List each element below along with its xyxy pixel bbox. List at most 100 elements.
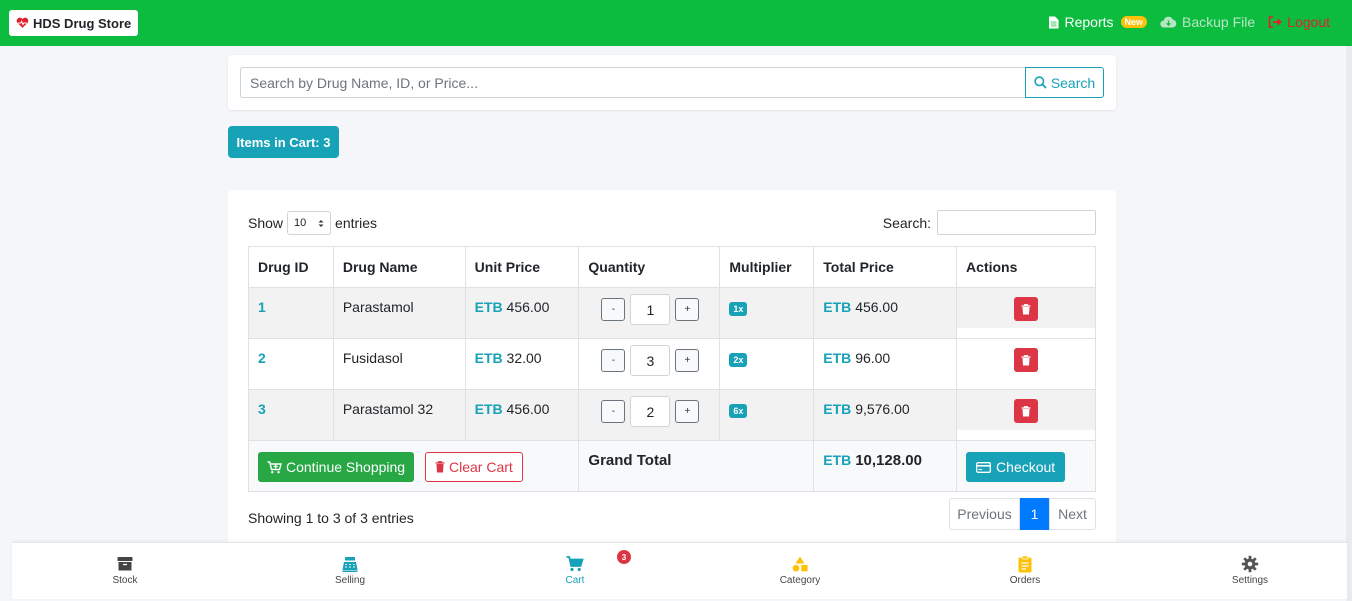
reports-label: Reports bbox=[1064, 14, 1114, 30]
currency-label: ETB bbox=[474, 299, 503, 315]
table-row: 3 Parastamol 32 ETB 456.00 - 2 + 6x ETB … bbox=[248, 389, 1096, 441]
trash-icon bbox=[1021, 405, 1031, 416]
items-in-cart-badge: Items in Cart: 3 bbox=[228, 126, 339, 158]
drug-search-input[interactable] bbox=[240, 67, 1026, 98]
multiplier-badge: 1x bbox=[729, 302, 748, 316]
nav-selling-label: Selling bbox=[334, 575, 366, 586]
currency-label: ETB bbox=[823, 401, 852, 417]
table-footer-row: Continue Shopping Clear Cart Grand Total… bbox=[247, 440, 1096, 492]
logout-link[interactable]: Logout bbox=[1268, 14, 1330, 30]
bottom-navigation: Stock Selling Cart 3 Category Orders Set… bbox=[12, 542, 1347, 599]
total-price: 9,576.00 bbox=[855, 401, 910, 417]
unit-price: 456.00 bbox=[506, 299, 550, 315]
table-search-control: Search: bbox=[883, 210, 1096, 235]
header-quantity[interactable]: Quantity bbox=[578, 246, 721, 288]
decrease-quantity-button[interactable]: - bbox=[601, 298, 626, 321]
entries-select[interactable]: 10 bbox=[287, 211, 332, 235]
drug-id[interactable]: 3 bbox=[258, 401, 266, 417]
nav-stock[interactable]: Stock bbox=[85, 555, 165, 586]
drug-name: Parastamol bbox=[342, 299, 414, 315]
quantity-input[interactable]: 1 bbox=[630, 294, 671, 325]
nav-selling[interactable]: Selling bbox=[310, 555, 390, 586]
new-badge: New bbox=[1120, 16, 1148, 28]
logout-icon bbox=[1268, 16, 1282, 28]
drug-id[interactable]: 2 bbox=[258, 350, 266, 366]
cart-icon bbox=[566, 556, 584, 572]
table-header-row: Drug ID Drug Name Unit Price Quantity Mu… bbox=[248, 246, 1096, 288]
nav-orders[interactable]: Orders bbox=[985, 555, 1065, 586]
increase-quantity-button[interactable]: + bbox=[675, 400, 700, 423]
grand-total-value: 10,128.00 bbox=[855, 452, 922, 469]
checkout-button[interactable]: Checkout bbox=[966, 452, 1066, 482]
logout-label: Logout bbox=[1287, 14, 1330, 30]
currency-label: ETB bbox=[823, 452, 852, 468]
table-row: 1 Parastamol ETB 456.00 - 1 + 1x ETB 456… bbox=[248, 287, 1096, 339]
search-button-label: Search bbox=[1050, 74, 1096, 91]
brand-logo[interactable]: HDS Drug Store bbox=[9, 10, 139, 36]
nav-orders-label: Orders bbox=[1009, 575, 1041, 586]
multiplier-badge: 6x bbox=[729, 404, 748, 418]
nav-cart[interactable]: Cart bbox=[535, 555, 615, 586]
checkout-label: Checkout bbox=[996, 459, 1056, 475]
currency-label: ETB bbox=[474, 350, 503, 366]
backup-label: Backup File bbox=[1182, 14, 1256, 30]
previous-page-button[interactable]: Previous bbox=[949, 498, 1020, 530]
delete-item-button[interactable] bbox=[1014, 399, 1039, 423]
quantity-input[interactable]: 3 bbox=[630, 345, 671, 376]
heart-pulse-icon bbox=[16, 17, 29, 28]
grand-total-label: Grand Total bbox=[588, 452, 672, 469]
nav-category[interactable]: Category bbox=[760, 555, 840, 586]
table-search-input[interactable] bbox=[937, 210, 1096, 235]
currency-label: ETB bbox=[474, 401, 503, 417]
credit-card-icon bbox=[976, 461, 991, 473]
delete-item-button[interactable] bbox=[1014, 348, 1039, 372]
decrease-quantity-button[interactable]: - bbox=[601, 400, 626, 423]
cash-register-icon bbox=[342, 557, 358, 572]
next-page-button[interactable]: Next bbox=[1049, 498, 1096, 530]
pagination: Previous 1 Next bbox=[949, 498, 1096, 530]
gear-icon bbox=[1241, 555, 1259, 573]
header-total-price[interactable]: Total Price bbox=[813, 246, 958, 288]
quantity-input[interactable]: 2 bbox=[630, 396, 671, 427]
increase-quantity-button[interactable]: + bbox=[675, 349, 700, 372]
drug-name: Parastamol 32 bbox=[342, 401, 434, 417]
nav-stock-label: Stock bbox=[112, 575, 138, 586]
header-unit-price[interactable]: Unit Price bbox=[464, 246, 580, 288]
decrease-quantity-button[interactable]: - bbox=[601, 349, 626, 372]
unit-price: 456.00 bbox=[506, 401, 550, 417]
reports-link[interactable]: Reports New bbox=[1048, 14, 1148, 30]
continue-shopping-label: Continue Shopping bbox=[286, 459, 406, 475]
increase-quantity-button[interactable]: + bbox=[675, 298, 700, 321]
multiplier-badge: 2x bbox=[729, 353, 748, 367]
clear-cart-button[interactable]: Clear Cart bbox=[425, 452, 523, 482]
table-row: 2 Fusidasol ETB 32.00 - 3 + 2x ETB 96.00 bbox=[248, 338, 1096, 390]
cart-count-badge: 3 bbox=[617, 550, 631, 564]
trash-icon bbox=[435, 461, 445, 473]
cart-card: Show 10 entries Search: Drug ID Drug Nam… bbox=[228, 190, 1116, 550]
brand-name: HDS Drug Store bbox=[33, 15, 132, 31]
page-scrollbar[interactable] bbox=[1346, 46, 1352, 601]
nav-settings[interactable]: Settings bbox=[1210, 555, 1290, 586]
table-search-label: Search: bbox=[882, 214, 931, 231]
header-drug-name[interactable]: Drug Name bbox=[332, 246, 466, 288]
table-info-text: Showing 1 to 3 of 3 entries bbox=[248, 510, 414, 526]
total-price: 96.00 bbox=[855, 350, 891, 366]
cloud-download-icon bbox=[1160, 16, 1177, 28]
continue-shopping-button[interactable]: Continue Shopping bbox=[258, 452, 415, 482]
clear-cart-label: Clear Cart bbox=[449, 459, 513, 475]
header-drug-id[interactable]: Drug ID bbox=[248, 246, 334, 288]
unit-price: 32.00 bbox=[506, 350, 542, 366]
page-1-button[interactable]: 1 bbox=[1020, 498, 1049, 530]
nav-cart-label: Cart bbox=[565, 575, 585, 586]
entries-select-value: 10 bbox=[294, 217, 307, 229]
drug-id[interactable]: 1 bbox=[258, 299, 266, 315]
delete-item-button[interactable] bbox=[1014, 297, 1039, 321]
trash-icon bbox=[1021, 354, 1031, 365]
cart-plus-icon bbox=[267, 460, 282, 473]
nav-category-label: Category bbox=[779, 575, 821, 586]
search-button[interactable]: Search bbox=[1025, 67, 1104, 98]
file-icon bbox=[1049, 16, 1059, 28]
backup-file-link[interactable]: Backup File bbox=[1160, 14, 1255, 30]
header-multiplier[interactable]: Multiplier bbox=[719, 246, 815, 288]
clipboard-icon bbox=[1018, 555, 1032, 573]
